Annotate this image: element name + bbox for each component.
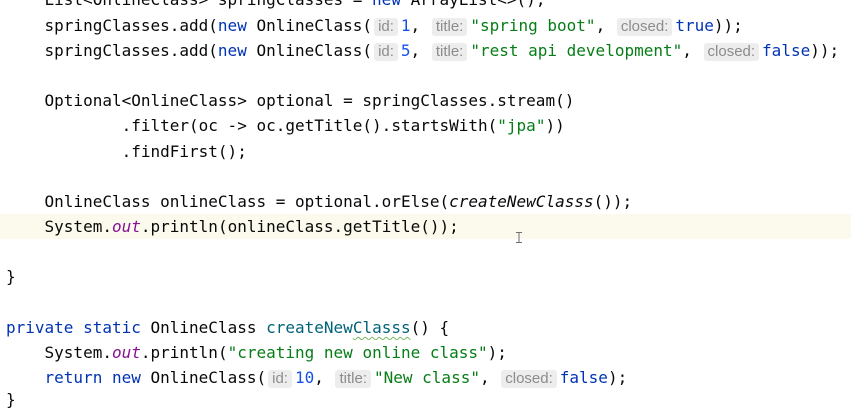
keyword-token[interactable]: static bbox=[83, 318, 141, 337]
static-field-token[interactable]: out bbox=[112, 343, 141, 362]
code-text[interactable]: System. bbox=[6, 343, 112, 362]
code-text[interactable]: () { bbox=[411, 318, 450, 337]
code-line[interactable]: return new OnlineClass(id: 10, title: "New… bbox=[0, 365, 851, 390]
code-text[interactable]: springClasses.add( bbox=[6, 41, 218, 60]
keyword-token[interactable]: false bbox=[762, 41, 810, 60]
string-literal[interactable]: "rest api development" bbox=[470, 41, 682, 60]
number-literal[interactable]: 1 bbox=[401, 16, 411, 35]
code-text[interactable]: .filter(oc -> oc.getTitle().startsWith( bbox=[6, 116, 498, 135]
parameter-hint: closed: bbox=[616, 17, 673, 36]
static-field-token[interactable]: out bbox=[112, 217, 141, 236]
code-line[interactable]: Optional<OnlineClass> optional = springC… bbox=[0, 88, 851, 113]
string-literal[interactable]: "creating new online class" bbox=[228, 343, 488, 362]
code-line[interactable]: springClasses.add(new OnlineClass(id: 5, … bbox=[0, 38, 851, 63]
string-literal[interactable]: "jpa" bbox=[497, 116, 545, 135]
code-line[interactable]: List<OnlineClass> springClasses = new Ar… bbox=[0, 0, 851, 13]
code-line[interactable] bbox=[0, 239, 851, 264]
code-text[interactable] bbox=[6, 368, 45, 387]
keyword-token[interactable]: new bbox=[218, 16, 247, 35]
code-line[interactable] bbox=[0, 290, 851, 315]
parameter-hint: title: bbox=[431, 17, 468, 36]
code-line[interactable] bbox=[0, 164, 851, 189]
code-text[interactable]: )) bbox=[545, 116, 564, 135]
code-text[interactable]: )); bbox=[714, 16, 743, 35]
number-literal[interactable]: 5 bbox=[401, 41, 411, 60]
string-literal[interactable]: "New class" bbox=[374, 368, 480, 387]
keyword-token[interactable]: new bbox=[372, 0, 401, 9]
code-text[interactable]: } bbox=[6, 267, 16, 286]
code-line[interactable]: .findFirst(); bbox=[0, 139, 851, 164]
parameter-hint: closed: bbox=[703, 42, 760, 61]
code-text[interactable]: ()); bbox=[594, 192, 633, 211]
code-text[interactable]: OnlineClass onlineClass = optional.orEls… bbox=[6, 192, 450, 211]
code-text[interactable]: , bbox=[411, 16, 430, 35]
code-text[interactable]: System. bbox=[6, 217, 112, 236]
keyword-token[interactable]: private bbox=[6, 318, 73, 337]
code-text[interactable]: List<OnlineClass> springClasses = bbox=[6, 0, 372, 9]
code-line[interactable]: .filter(oc -> oc.getTitle().startsWith("… bbox=[0, 113, 851, 138]
code-line[interactable]: private static OnlineClass createNewClas… bbox=[0, 315, 851, 340]
code-text[interactable]: .println(onlineClass.getTitle()); bbox=[141, 217, 459, 236]
code-text[interactable]: ); bbox=[488, 343, 507, 362]
code-text[interactable]: OnlineClass( bbox=[247, 16, 372, 35]
current-code-line[interactable]: System.out.println(onlineClass.getTitle(… bbox=[0, 214, 851, 240]
number-literal[interactable]: 10 bbox=[295, 368, 314, 387]
code-text[interactable]: Optional<OnlineClass> optional = springC… bbox=[6, 91, 575, 110]
code-line[interactable]: OnlineClass onlineClass = optional.orEls… bbox=[0, 189, 851, 214]
code-text[interactable]: , bbox=[480, 368, 499, 387]
parameter-hint: id: bbox=[374, 17, 398, 36]
code-text[interactable]: OnlineClass( bbox=[247, 41, 372, 60]
keyword-token[interactable]: new bbox=[218, 41, 247, 60]
code-text[interactable]: ArrayList<>(); bbox=[401, 0, 546, 9]
static-method-call[interactable]: createNewClasss bbox=[449, 192, 594, 211]
code-text[interactable]: OnlineClass bbox=[141, 318, 266, 337]
code-line[interactable]: System.out.println("creating new online … bbox=[0, 340, 851, 365]
code-text[interactable] bbox=[73, 318, 83, 337]
code-text[interactable]: springClasses.add( bbox=[6, 16, 218, 35]
code-line[interactable]: } bbox=[0, 390, 851, 411]
keyword-token[interactable]: true bbox=[675, 16, 714, 35]
parameter-hint: id: bbox=[268, 370, 292, 389]
code-text[interactable]: )); bbox=[810, 41, 839, 60]
code-editor[interactable]: List<OnlineClass> springClasses = new Ar… bbox=[0, 0, 851, 411]
code-text[interactable]: , bbox=[682, 41, 701, 60]
string-literal[interactable]: "spring boot" bbox=[470, 16, 595, 35]
code-text[interactable]: , bbox=[596, 16, 615, 35]
keyword-token[interactable]: return bbox=[45, 368, 103, 387]
code-text[interactable]: , bbox=[314, 368, 333, 387]
parameter-hint: closed: bbox=[501, 370, 557, 389]
parameter-hint: title: bbox=[335, 370, 371, 389]
text-cursor-icon bbox=[515, 232, 523, 243]
code-area[interactable]: List<OnlineClass> springClasses = new Ar… bbox=[0, 0, 851, 411]
code-text[interactable]: } bbox=[6, 390, 16, 409]
code-line[interactable] bbox=[0, 63, 851, 88]
code-text[interactable]: OnlineClass( bbox=[141, 368, 267, 387]
code-line[interactable]: } bbox=[0, 264, 851, 289]
parameter-hint: id: bbox=[374, 42, 398, 61]
code-text[interactable]: ); bbox=[608, 368, 627, 387]
parameter-hint: title: bbox=[431, 42, 468, 61]
method-name[interactable]: createNew bbox=[266, 318, 353, 337]
method-name-typo[interactable]: Classs bbox=[353, 318, 411, 337]
code-text[interactable]: , bbox=[411, 41, 430, 60]
keyword-token[interactable]: false bbox=[560, 368, 608, 387]
code-text[interactable] bbox=[102, 368, 112, 387]
keyword-token[interactable]: new bbox=[112, 368, 141, 387]
code-line[interactable]: springClasses.add(new OnlineClass(id: 1, … bbox=[0, 13, 851, 38]
code-text[interactable]: .println( bbox=[141, 343, 228, 362]
code-text[interactable]: .findFirst(); bbox=[6, 142, 247, 161]
